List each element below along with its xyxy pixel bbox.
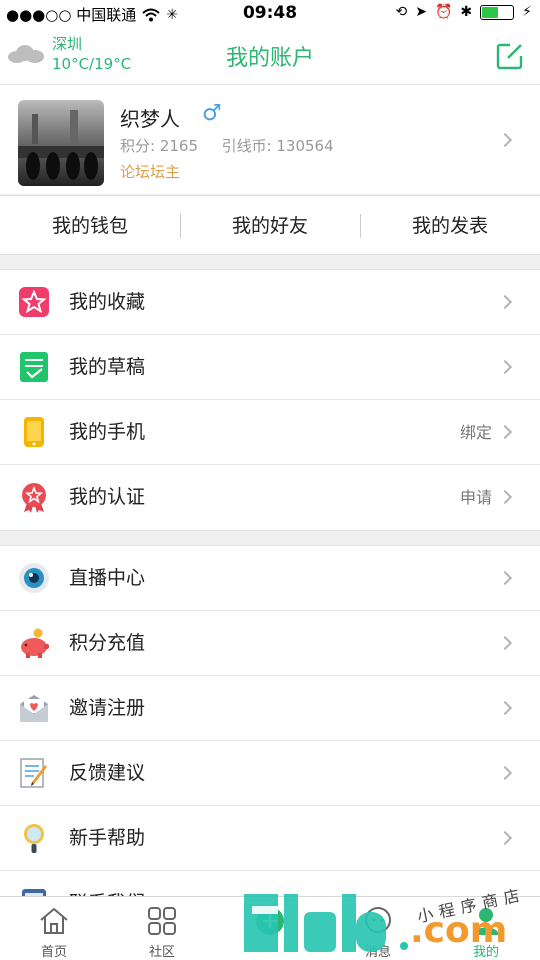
eye-icon xyxy=(19,563,49,593)
page-title: 我的账户 xyxy=(225,46,314,71)
quick-links: 我的钱包 我的好友 我的发表 xyxy=(0,195,540,255)
menu-item-phone[interactable]: 我的手机 绑定 xyxy=(0,400,540,465)
menu-item-feedback[interactable]: 反馈建议 xyxy=(0,741,540,806)
menu-label: 积分充值 xyxy=(69,632,146,654)
avatar[interactable] xyxy=(18,100,104,186)
friends-link[interactable]: 我的好友 xyxy=(180,196,360,254)
magnifier-icon xyxy=(24,824,44,853)
rotation-lock-icon: ⟲ xyxy=(395,4,408,20)
grid-icon xyxy=(148,907,176,935)
menu-group-account: 我的收藏 我的草稿 我的手机 绑定 我的认证 申请 xyxy=(0,269,540,531)
menu-item-verification[interactable]: 我的认证 申请 xyxy=(0,465,540,530)
header: 深圳 10°C/19°C 我的账户 xyxy=(0,28,540,84)
alarm-icon: ⏰ xyxy=(434,4,453,20)
battery-icon xyxy=(480,4,515,20)
tab-home[interactable]: 首页 xyxy=(0,897,108,960)
menu-label: 我的认证 xyxy=(69,486,146,508)
watermark-domain: .com xyxy=(410,910,508,951)
menu-label: 我的收藏 xyxy=(69,291,146,313)
male-icon: ♂ xyxy=(202,101,222,126)
menu-value: 绑定 xyxy=(459,423,492,442)
badge-icon xyxy=(22,483,46,513)
wallet-link[interactable]: 我的钱包 xyxy=(0,196,180,254)
menu-item-invite[interactable]: 邀请注册 xyxy=(0,676,540,741)
menu-group-services: 直播中心 积分充值 邀请注册 反馈建议 新手帮助 xyxy=(0,545,540,937)
status-bar: ●●●○○ 中国联通 ✳ 09:48 ⟲ ➤ ⏰ ✱ ⚡ xyxy=(0,0,540,28)
tab-label: 首页 xyxy=(40,945,67,960)
draft-icon xyxy=(20,352,48,382)
bluetooth-icon: ✱ xyxy=(460,4,473,20)
star-icon xyxy=(19,287,49,317)
menu-label: 我的草稿 xyxy=(69,356,146,378)
memo-icon xyxy=(20,758,47,788)
menu-label: 新手帮助 xyxy=(69,827,146,849)
chevron-right-icon xyxy=(497,294,513,310)
menu-value: 申请 xyxy=(459,488,492,507)
chevron-right-icon xyxy=(497,635,513,651)
menu-label: 直播中心 xyxy=(69,567,146,589)
menu-label: 我的手机 xyxy=(69,421,146,443)
chevron-right-icon xyxy=(497,700,513,716)
chevron-right-icon xyxy=(497,489,513,505)
chevron-right-icon xyxy=(497,830,513,846)
chevron-right-icon xyxy=(497,132,513,148)
profile-stats: 积分: 2165 引线币: 130564 xyxy=(120,135,334,156)
chevron-right-icon xyxy=(497,570,513,586)
watermark: 小程序商店 .com xyxy=(240,885,540,960)
piggy-bank-icon xyxy=(21,628,49,658)
menu-item-help[interactable]: 新手帮助 xyxy=(0,806,540,871)
home-icon xyxy=(40,907,68,934)
menu-label: 反馈建议 xyxy=(69,762,146,784)
tab-community[interactable]: 社区 xyxy=(108,897,216,960)
phone-icon xyxy=(24,417,44,447)
role-badge: 论坛坛主 xyxy=(120,163,181,181)
chevron-right-icon xyxy=(497,765,513,781)
menu-item-recharge[interactable]: 积分充值 xyxy=(0,611,540,676)
menu-item-drafts[interactable]: 我的草稿 xyxy=(0,335,540,400)
menu-label: 邀请注册 xyxy=(69,697,146,719)
chevron-right-icon xyxy=(497,424,513,440)
chevron-right-icon xyxy=(497,359,513,375)
charging-icon: ⚡ xyxy=(522,4,532,20)
profile-name: 织梦人 xyxy=(120,107,180,131)
menu-item-live[interactable]: 直播中心 xyxy=(0,546,540,611)
points-value: 积分: 2165 xyxy=(120,137,198,155)
profile-card[interactable]: 织梦人 ♂ 积分: 2165 引线币: 130564 论坛坛主 xyxy=(0,84,540,194)
envelope-heart-icon xyxy=(20,695,48,722)
menu-item-favorites[interactable]: 我的收藏 xyxy=(0,270,540,335)
posts-link[interactable]: 我的发表 xyxy=(360,196,540,254)
edit-icon[interactable] xyxy=(496,42,524,70)
coins-value: 引线币: 130564 xyxy=(221,137,334,155)
tab-label: 社区 xyxy=(148,945,175,960)
location-icon: ➤ xyxy=(415,4,427,20)
